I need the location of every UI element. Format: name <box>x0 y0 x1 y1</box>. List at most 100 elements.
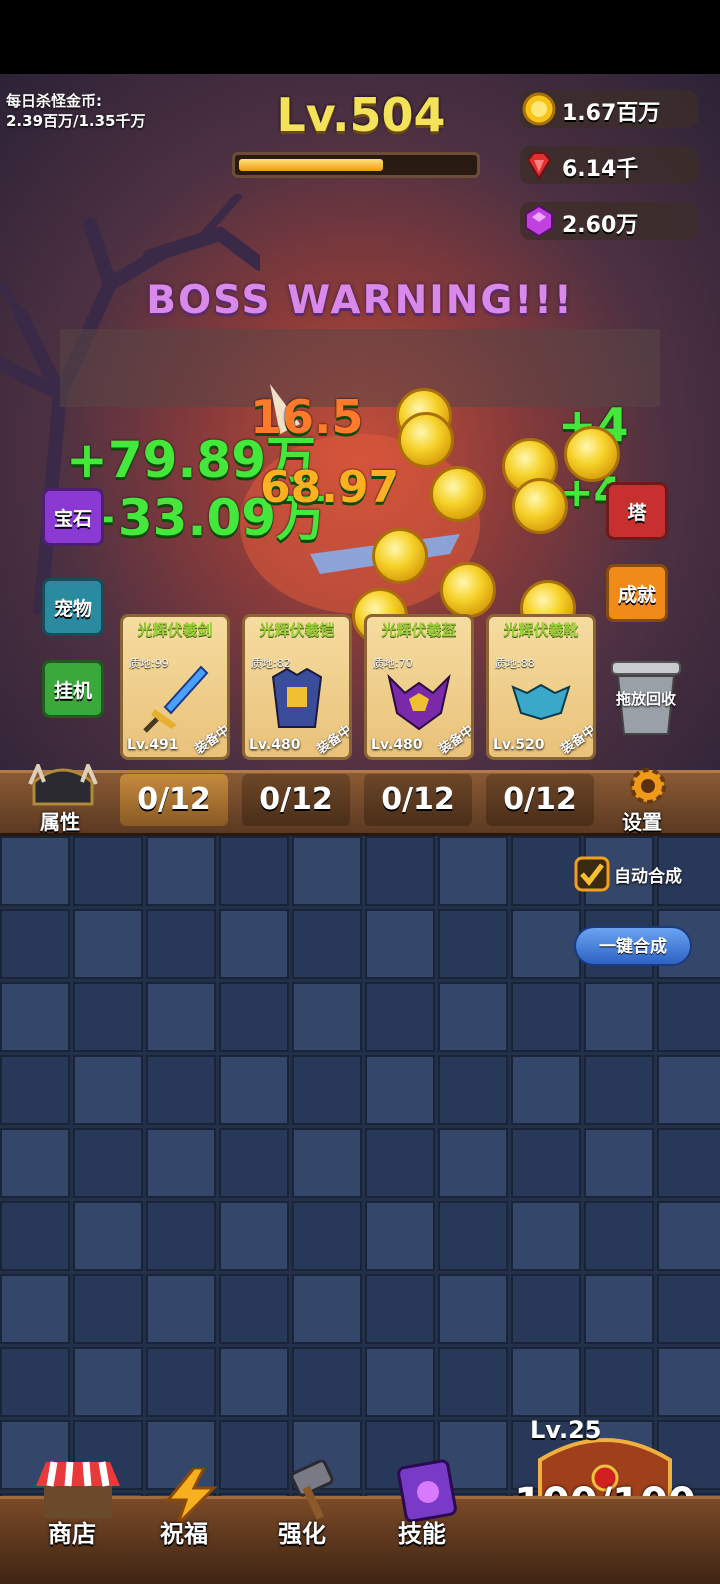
grid-cell[interactable] <box>219 1274 289 1344</box>
grid-cell[interactable] <box>146 1055 216 1125</box>
pet-side-button[interactable]: 宠物 <box>42 578 104 636</box>
recycle-bin-button[interactable]: 拖放回收 <box>604 656 688 738</box>
grid-cell[interactable] <box>511 1128 581 1198</box>
grid-cell[interactable] <box>584 982 654 1052</box>
nav-enhance[interactable]: 强化 <box>268 1456 358 1576</box>
grid-cell[interactable] <box>365 909 435 979</box>
grid-cell[interactable] <box>657 1128 720 1198</box>
equipment-card-armor[interactable]: 光辉伏羲铠 质地:82 Lv.480 装备中 <box>242 614 352 760</box>
grid-cell[interactable] <box>146 836 216 906</box>
grid-cell[interactable] <box>365 836 435 906</box>
purple-gem-value: 2.60万 <box>562 213 639 238</box>
achievement-side-button[interactable]: 成就 <box>606 564 668 622</box>
grid-cell[interactable] <box>73 1055 143 1125</box>
grid-cell[interactable] <box>219 836 289 906</box>
grid-cell[interactable] <box>365 1347 435 1417</box>
grid-cell[interactable] <box>219 909 289 979</box>
grid-cell[interactable] <box>292 1201 362 1271</box>
nav-skills[interactable]: 技能 <box>386 1456 476 1576</box>
grid-cell[interactable] <box>146 982 216 1052</box>
grid-cell[interactable] <box>219 982 289 1052</box>
grid-cell[interactable] <box>438 1347 508 1417</box>
grid-cell[interactable] <box>584 1128 654 1198</box>
equipment-card-weapon[interactable]: 光辉伏羲剑 质地:99 Lv.491 装备中 <box>120 614 230 760</box>
grid-cell[interactable] <box>0 909 70 979</box>
grid-cell[interactable] <box>0 1274 70 1344</box>
merge-slot-3[interactable]: 0/12 <box>364 774 472 826</box>
grid-cell[interactable] <box>584 1055 654 1125</box>
grid-cell[interactable] <box>511 836 581 906</box>
grid-cell[interactable] <box>73 1274 143 1344</box>
grid-cell[interactable] <box>73 836 143 906</box>
grid-cell[interactable] <box>73 909 143 979</box>
grid-cell[interactable] <box>657 1347 720 1417</box>
grid-cell[interactable] <box>292 909 362 979</box>
grid-cell[interactable] <box>584 1201 654 1271</box>
nav-shop[interactable]: 商店 <box>30 1456 126 1576</box>
one-key-merge-button[interactable]: 一键合成 <box>574 926 692 966</box>
grid-cell[interactable] <box>657 1055 720 1125</box>
grid-cell[interactable] <box>511 1274 581 1344</box>
grid-cell[interactable] <box>584 1347 654 1417</box>
grid-cell[interactable] <box>511 909 581 979</box>
grid-cell[interactable] <box>219 1055 289 1125</box>
grid-cell[interactable] <box>219 1201 289 1271</box>
grid-cell[interactable] <box>365 1201 435 1271</box>
grid-cell[interactable] <box>219 1128 289 1198</box>
settings-button[interactable]: 设置 <box>616 764 680 836</box>
grid-cell[interactable] <box>146 1274 216 1344</box>
grid-cell[interactable] <box>438 1201 508 1271</box>
grid-cell[interactable] <box>292 1128 362 1198</box>
grid-cell[interactable] <box>438 982 508 1052</box>
grid-cell[interactable] <box>0 982 70 1052</box>
grid-cell[interactable] <box>146 909 216 979</box>
grid-cell[interactable] <box>511 1055 581 1125</box>
merge-slot-1[interactable]: 0/12 <box>120 774 228 826</box>
grid-cell[interactable] <box>657 1274 720 1344</box>
grid-cell[interactable] <box>73 982 143 1052</box>
grid-cell[interactable] <box>365 1128 435 1198</box>
grid-cell[interactable] <box>438 1274 508 1344</box>
grid-cell[interactable] <box>292 1055 362 1125</box>
nav-blessing[interactable]: 祝福 <box>150 1462 240 1576</box>
grid-cell[interactable] <box>0 1347 70 1417</box>
grid-cell[interactable] <box>511 982 581 1052</box>
grid-cell[interactable] <box>657 1201 720 1271</box>
grid-cell[interactable] <box>584 1274 654 1344</box>
gem-side-button[interactable]: 宝石 <box>42 488 104 546</box>
grid-cell[interactable] <box>438 1128 508 1198</box>
grid-cell[interactable] <box>511 1201 581 1271</box>
grid-cell[interactable] <box>146 1128 216 1198</box>
coin-icon <box>440 562 496 618</box>
merge-slot-2[interactable]: 0/12 <box>242 774 350 826</box>
grid-cell[interactable] <box>146 1201 216 1271</box>
idle-side-button[interactable]: 挂机 <box>42 660 104 718</box>
grid-cell[interactable] <box>0 1201 70 1271</box>
grid-cell[interactable] <box>0 1055 70 1125</box>
grid-cell[interactable] <box>292 982 362 1052</box>
grid-cell[interactable] <box>365 1055 435 1125</box>
checkbox-checked-icon <box>574 856 610 892</box>
grid-cell[interactable] <box>146 1347 216 1417</box>
equipment-card-helmet[interactable]: 光辉伏羲盔 质地:70 Lv.480 装备中 <box>364 614 474 760</box>
grid-cell[interactable] <box>365 982 435 1052</box>
attributes-button[interactable]: 属性 <box>18 764 110 836</box>
grid-cell[interactable] <box>219 1347 289 1417</box>
grid-cell[interactable] <box>73 1201 143 1271</box>
grid-cell[interactable] <box>292 836 362 906</box>
grid-cell[interactable] <box>365 1274 435 1344</box>
merge-slot-4[interactable]: 0/12 <box>486 774 594 826</box>
grid-cell[interactable] <box>292 1347 362 1417</box>
tower-side-button[interactable]: 塔 <box>606 482 668 540</box>
grid-cell[interactable] <box>438 836 508 906</box>
grid-cell[interactable] <box>438 909 508 979</box>
grid-cell[interactable] <box>0 1128 70 1198</box>
grid-cell[interactable] <box>438 1055 508 1125</box>
equipment-card-boots[interactable]: 光辉伏羲靴 质地:88 Lv.520 装备中 <box>486 614 596 760</box>
grid-cell[interactable] <box>73 1347 143 1417</box>
grid-cell[interactable] <box>73 1128 143 1198</box>
grid-cell[interactable] <box>0 836 70 906</box>
grid-cell[interactable] <box>511 1347 581 1417</box>
grid-cell[interactable] <box>292 1274 362 1344</box>
grid-cell[interactable] <box>657 982 720 1052</box>
